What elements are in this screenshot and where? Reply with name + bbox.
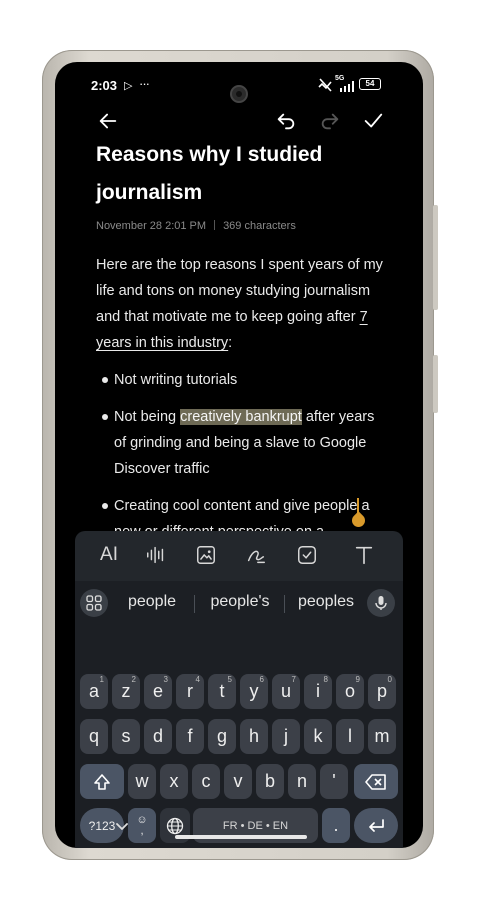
note-toolbar	[55, 106, 423, 136]
key-o[interactable]: o9	[336, 674, 364, 709]
editing-toolbar: AI	[75, 531, 403, 581]
arrow-left-icon	[99, 113, 117, 129]
key-i[interactable]: i8	[304, 674, 332, 709]
save-button[interactable]	[359, 106, 387, 136]
key-apostrophe[interactable]: '	[320, 764, 348, 799]
emoji-comma-key[interactable]: ☺ ,	[128, 808, 156, 843]
mute-icon	[318, 78, 332, 92]
enter-key[interactable]	[354, 808, 398, 843]
keyboard: people people's peoples a1z2e3r4t5y6u7i8…	[75, 581, 403, 848]
back-button[interactable]	[94, 106, 122, 136]
key-w[interactable]: w	[128, 764, 156, 799]
bullet	[102, 503, 108, 509]
redo-button[interactable]	[316, 106, 344, 136]
character-count: 369 characters	[223, 220, 296, 232]
bullet	[102, 377, 108, 383]
enter-icon	[369, 818, 384, 832]
key-x[interactable]: x	[160, 764, 188, 799]
key-v[interactable]: v	[224, 764, 252, 799]
key-f[interactable]: f	[176, 719, 204, 754]
signal-icon	[340, 81, 354, 92]
play-store-icon: ▷	[124, 80, 133, 92]
note-meta: November 28 2:01 PM 369 characters	[96, 220, 296, 232]
redo-icon	[321, 113, 339, 130]
note-date: November 28 2:01 PM	[96, 220, 207, 232]
key-p[interactable]: p0	[368, 674, 396, 709]
key-s[interactable]: s	[112, 719, 140, 754]
suggestion-item[interactable]: peoples	[287, 593, 365, 611]
key-a[interactable]: a1	[80, 674, 108, 709]
suggestion-item[interactable]: people	[115, 593, 189, 611]
note-body[interactable]: Here are the top reasons I spent years o…	[96, 252, 386, 356]
key-b[interactable]: b	[256, 764, 284, 799]
list-item[interactable]: Not writing tutorials	[96, 367, 386, 393]
key-d[interactable]: d	[144, 719, 172, 754]
list-item[interactable]: Not being creatively bankrupt after year…	[96, 404, 386, 482]
key-t[interactable]: t5	[208, 674, 236, 709]
key-k[interactable]: k	[304, 719, 332, 754]
key-m[interactable]: m	[368, 719, 396, 754]
grid-icon	[86, 595, 102, 611]
selected-text[interactable]: creatively bankrupt	[180, 409, 302, 425]
key-q[interactable]: q	[80, 719, 108, 754]
key-n[interactable]: n	[288, 764, 316, 799]
period-key[interactable]: .	[322, 808, 350, 843]
intro-text: Here are the top reasons I spent years o…	[96, 257, 383, 325]
text-icon	[355, 546, 373, 565]
pen-icon	[247, 550, 265, 564]
image-tool-button[interactable]	[194, 543, 218, 567]
power-button	[433, 355, 438, 413]
key-u[interactable]: u7	[272, 674, 300, 709]
key-z[interactable]: z2	[112, 674, 140, 709]
voice-tool-button[interactable]	[144, 543, 168, 567]
suggestion-item[interactable]: people's	[199, 593, 281, 611]
waveform-icon	[147, 546, 164, 564]
text-format-button[interactable]	[352, 543, 376, 567]
emoji-icon: ☺	[136, 813, 148, 826]
microphone-icon	[375, 596, 387, 610]
undo-button[interactable]	[272, 106, 300, 136]
key-c[interactable]: c	[192, 764, 220, 799]
keyboard-menu-button[interactable]	[80, 589, 108, 617]
backspace-key[interactable]	[354, 764, 398, 799]
shift-key[interactable]	[80, 764, 124, 799]
key-r[interactable]: r4	[176, 674, 204, 709]
checkbox-icon	[298, 546, 316, 564]
key-e[interactable]: e3	[144, 674, 172, 709]
check-icon	[364, 113, 383, 128]
front-camera	[230, 85, 248, 103]
ai-tool-button[interactable]: AI	[94, 543, 124, 567]
divider	[284, 595, 285, 613]
backspace-icon	[365, 773, 386, 790]
undo-icon	[277, 113, 295, 130]
battery-icon: 54	[359, 78, 381, 90]
phone-screen: 2:03 ▷ ··· 5G 54 Reasons why I studied j…	[55, 62, 423, 848]
volume-button	[433, 205, 438, 310]
draw-tool-button[interactable]	[244, 543, 268, 567]
voice-input-button[interactable]	[367, 589, 395, 617]
key-h[interactable]: h	[240, 719, 268, 754]
globe-icon	[166, 817, 184, 834]
suggestion-strip: people people's peoples	[75, 587, 403, 619]
intro-end: :	[228, 335, 233, 351]
key-l[interactable]: l	[336, 719, 364, 754]
status-time: 2:03	[91, 78, 118, 93]
home-indicator[interactable]	[175, 835, 307, 839]
more-notifications-icon: ···	[139, 76, 150, 91]
key-j[interactable]: j	[272, 719, 300, 754]
checklist-tool-button[interactable]	[295, 543, 319, 567]
status-bar: 2:03 ▷ ··· 5G 54	[55, 75, 423, 103]
key-y[interactable]: y6	[240, 674, 268, 709]
chevron-down-icon[interactable]	[112, 817, 132, 837]
image-icon	[197, 546, 215, 564]
shift-icon	[94, 773, 110, 790]
key-g[interactable]: g	[208, 719, 236, 754]
bullet	[102, 414, 108, 420]
divider	[194, 595, 195, 613]
note-title[interactable]: Reasons why I studied journalism	[96, 136, 396, 212]
list-item-text: Not writing tutorials	[114, 372, 238, 388]
list-item-text: Not being creatively bankrupt after year…	[114, 409, 375, 477]
